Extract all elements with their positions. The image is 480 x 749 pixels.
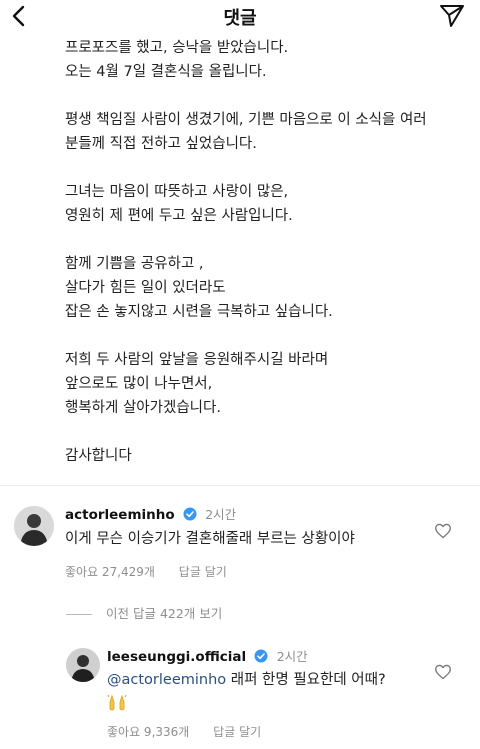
send-icon[interactable] [438, 3, 466, 29]
comment: actorleeminho 2시간 이게 무슨 이승기가 결혼해줄래 부르는 상… [65, 506, 425, 580]
reply-username[interactable]: leeseunggi.official [107, 649, 246, 665]
caption-line: 저희 두 사람의 앞날을 응원해주시길 바라며 [65, 352, 329, 368]
caption-line: 그녀는 마음이 따뜻하고 사랑이 많은, [65, 184, 289, 200]
divider [0, 485, 480, 486]
caption-line: 오는 4월 7일 결혼식을 올립니다. [65, 64, 267, 80]
caption-line: 분들께 직접 전하고 싶었습니다. [65, 136, 257, 152]
heart-icon[interactable] [434, 664, 452, 680]
avatar-image [14, 506, 54, 546]
avatar[interactable] [66, 648, 100, 682]
avatar[interactable] [14, 506, 54, 546]
caption-line: 프로포즈를 했고, 승낙을 받았습니다. [65, 40, 289, 56]
caption-line: 함께 기쁨을 공유하고 , [65, 256, 204, 272]
caption-line: 앞으로도 많이 나누면서, [65, 376, 213, 392]
header-bar: 댓글 [0, 0, 480, 32]
caption-line: 행복하게 살아가겠습니다. [65, 400, 221, 416]
mention-link[interactable]: @actorleeminho [107, 672, 226, 688]
caption-line: 잡은 손 놓지않고 시련을 극복하고 싶습니다. [65, 304, 333, 320]
comment-time: 2시간 [205, 507, 237, 522]
reply-comment: leeseunggi.official 2시간 @actorleeminho 래… [107, 648, 437, 740]
reply-time: 2시간 [276, 649, 308, 664]
reply-button[interactable]: 답글 달기 [179, 565, 227, 579]
verified-badge-icon [254, 649, 268, 663]
caption-line: 살다가 힘든 일이 있더라도 [65, 280, 226, 296]
divider-dash [66, 614, 92, 615]
comment-text: 이게 무슨 이승기가 결혼해줄래 부르는 상황이야 [65, 531, 355, 547]
view-previous-replies[interactable]: 이전 답글 422개 보기 [66, 603, 222, 622]
reply-likes[interactable]: 좋아요 9,336개 [107, 725, 189, 739]
reply-text: 래퍼 한명 필요한데 어때? [226, 672, 386, 688]
caption-line: 감사합니다 [65, 448, 132, 464]
comment-likes[interactable]: 좋아요 27,429개 [65, 565, 155, 579]
raising-hands-icon [107, 694, 127, 711]
caption-line: 평생 책임질 사람이 생겼기에, 기쁜 마음으로 이 소식을 여러 [65, 112, 427, 128]
avatar-image [66, 648, 100, 682]
post-caption: 프로포즈를 했고, 승낙을 받았습니다. 오는 4월 7일 결혼식을 올립니다. 평… [65, 36, 475, 468]
comment-username[interactable]: actorleeminho [65, 507, 175, 523]
caption-line: 영원히 제 편에 두고 싶은 사람입니다. [65, 208, 293, 224]
view-previous-label: 이전 답글 422개 보기 [106, 606, 223, 621]
verified-badge-icon [183, 507, 197, 521]
reply-button[interactable]: 답글 달기 [213, 725, 261, 739]
page-title: 댓글 [223, 8, 257, 29]
heart-icon[interactable] [434, 523, 452, 539]
